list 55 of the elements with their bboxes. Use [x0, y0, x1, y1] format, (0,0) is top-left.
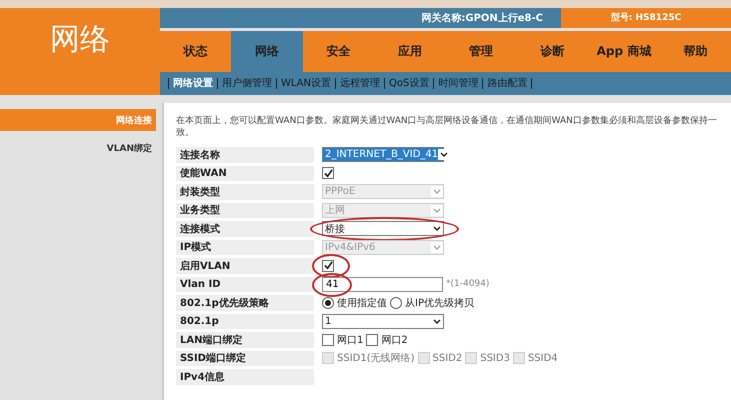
field-label: 封装类型	[176, 184, 314, 200]
field-label: 使能WAN	[176, 166, 314, 181]
nav-tab[interactable]: 帮助	[660, 30, 731, 72]
device-model: 型号: HS8125C	[561, 8, 731, 28]
radio-button[interactable]	[390, 296, 402, 309]
nav-tab[interactable]: 诊断	[516, 30, 588, 72]
radio-button[interactable]	[322, 296, 334, 309]
checkbox[interactable]	[366, 334, 378, 346]
subnav-link[interactable]: 网络设置	[173, 76, 213, 90]
field-label: 802.1p优先级策略	[176, 295, 314, 310]
field-label: 802.1p	[176, 314, 314, 329]
checkbox[interactable]	[322, 260, 334, 272]
nav-tab[interactable]: 网络	[231, 30, 303, 72]
checkbox[interactable]	[322, 334, 334, 346]
gateway-name: 网关名称:GPON上行e8-C	[160, 8, 561, 28]
chevron-down-icon	[431, 186, 443, 198]
field-label: SSID端口绑定	[176, 350, 314, 366]
radio-dot-icon	[325, 300, 331, 306]
nav-tab[interactable]: 应用	[374, 30, 446, 72]
chevron-down-icon	[431, 204, 443, 216]
option-label: 网口2	[381, 334, 408, 347]
nav-tab[interactable]: 安全	[302, 30, 374, 72]
subnav-link[interactable]: 路由配置	[487, 76, 528, 90]
field-label: LAN端口绑定	[176, 332, 314, 348]
subnav-link[interactable]: 时间管理	[438, 76, 478, 90]
subnav-link[interactable]: 远程管理	[340, 76, 380, 90]
field-label: 启用VLAN	[176, 258, 314, 274]
nav-tab[interactable]: 状态	[160, 30, 232, 72]
subnav-link[interactable]: 用户侧管理	[222, 76, 272, 90]
range-hint: *(1-4094)	[446, 279, 490, 290]
option-label: 网口1	[337, 334, 364, 347]
dropdown[interactable]: 1	[322, 314, 444, 329]
field-label: IPv4信息	[176, 369, 314, 384]
option-label: SSID4	[528, 352, 558, 364]
field-label: IP模式	[176, 240, 314, 255]
field-label: 连接名称	[176, 147, 314, 162]
sidebar-item[interactable]: 网络连接	[0, 109, 156, 131]
option-label: SSID1(无线网络)	[337, 352, 415, 366]
field-label: 业务类型	[176, 202, 314, 218]
nav-tab[interactable]: 管理	[446, 30, 517, 72]
subnav-link[interactable]: WLAN设置	[281, 76, 332, 90]
intro-text: 在本页面上，您可以配置WAN口参数。家庭网关通过WAN口与高层网络设备通信，在通信期间WAN口参数集必须和高层设备参数保持一致。	[176, 115, 718, 139]
vlan-id-field[interactable]: 41	[322, 276, 443, 292]
subnav-link[interactable]: QoS设置	[389, 76, 430, 90]
checkbox[interactable]	[322, 167, 334, 180]
option-label: 从IP优先级拷贝	[405, 296, 474, 310]
sidebar-item[interactable]: VLAN绑定	[0, 137, 156, 159]
field-label: Vlan ID	[176, 276, 314, 292]
option-label: SSID2	[432, 352, 462, 364]
option-label: 使用指定值	[337, 296, 387, 310]
nav-tab[interactable]: App 商城	[588, 30, 660, 72]
field-label: 连接模式	[176, 221, 314, 236]
dropdown[interactable]: 桥接	[322, 221, 444, 236]
chevron-down-icon	[431, 242, 443, 253]
option-label: SSID3	[480, 352, 510, 364]
